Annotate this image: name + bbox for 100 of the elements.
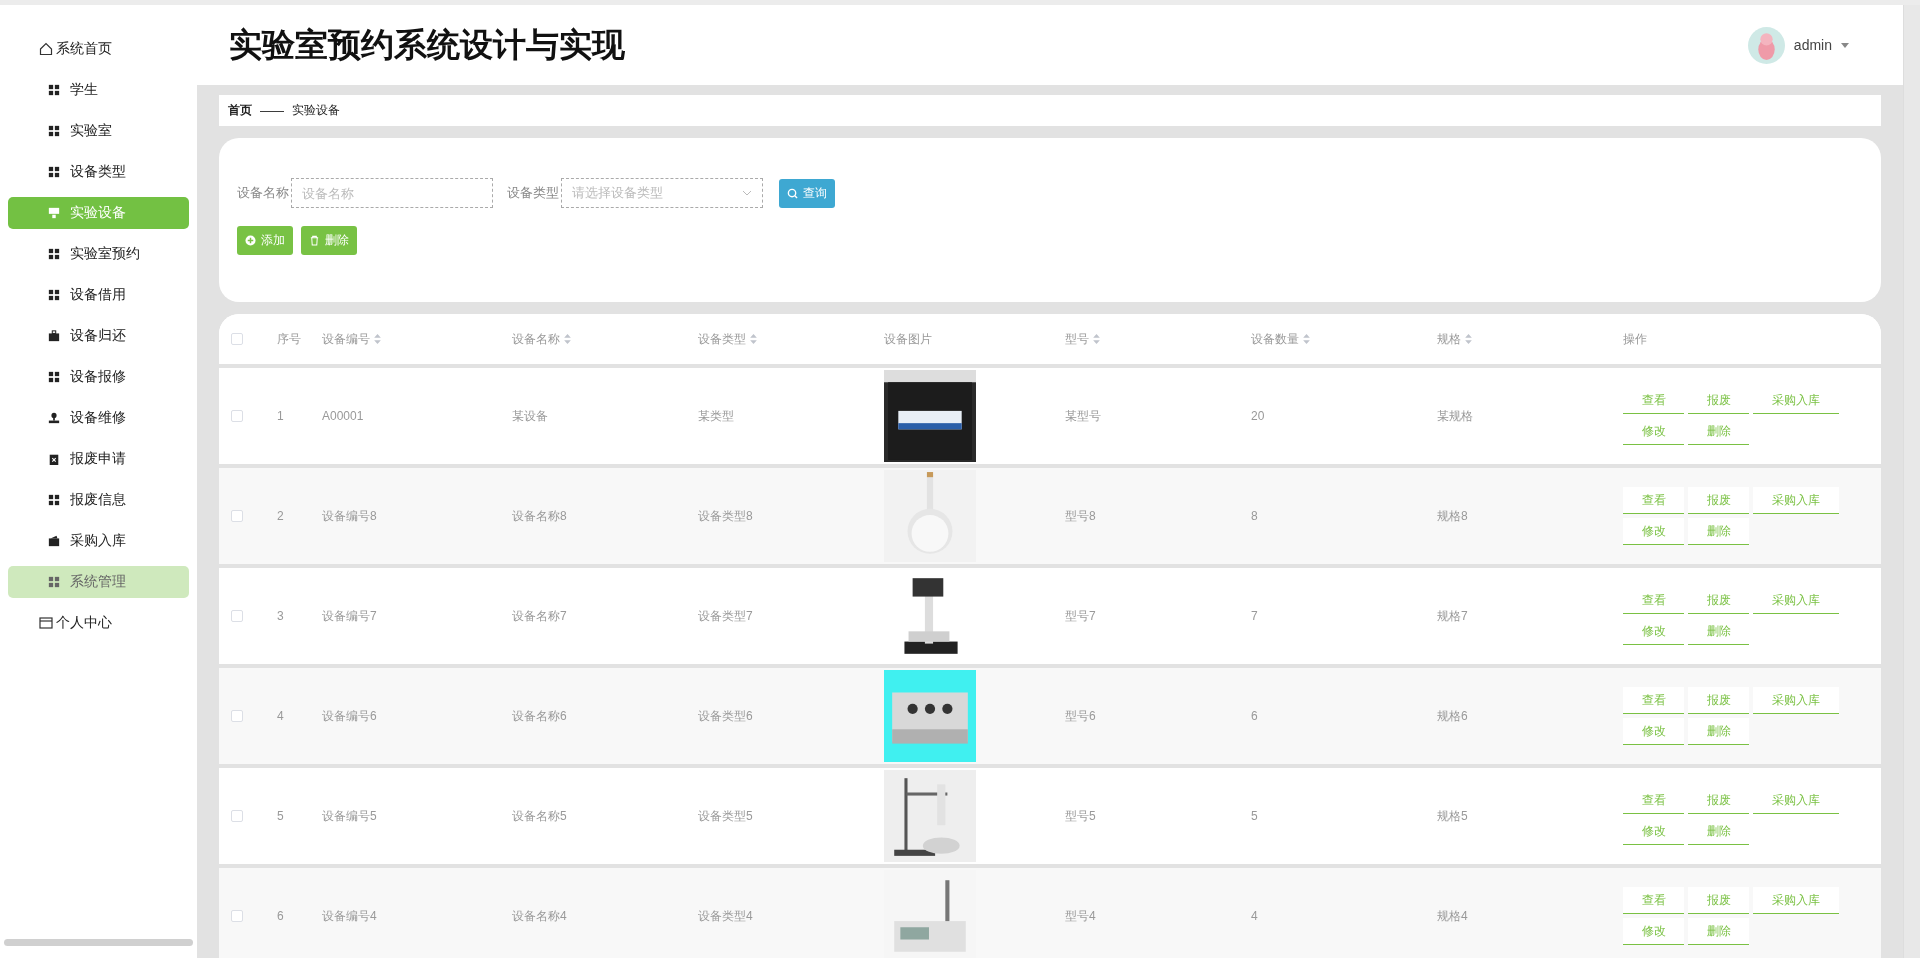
avatar[interactable] bbox=[1747, 26, 1785, 64]
table-cell: 规格4 bbox=[1437, 907, 1468, 925]
search-button[interactable]: 查询 bbox=[779, 178, 835, 208]
table-cell: A00001 bbox=[322, 409, 364, 423]
monitor-icon bbox=[48, 207, 60, 219]
plus-icon bbox=[245, 235, 256, 246]
column-header[interactable]: 设备编号 bbox=[322, 330, 381, 348]
add-button[interactable]: 添加 bbox=[237, 226, 293, 255]
breadcrumb-item[interactable]: 首页 bbox=[228, 102, 252, 119]
action-link[interactable]: 查看 bbox=[1623, 687, 1684, 714]
sort-icon[interactable] bbox=[374, 334, 381, 344]
scrollbar[interactable] bbox=[4, 939, 193, 946]
table-cell: 设备名称5 bbox=[512, 807, 567, 825]
sidebar-item[interactable]: 设备借用 bbox=[8, 279, 189, 311]
sort-icon[interactable] bbox=[1465, 334, 1472, 344]
table-cell: 7 bbox=[1251, 609, 1258, 623]
page-title: 实验室预约系统设计与实现 bbox=[229, 24, 625, 65]
delete-button[interactable]: 删除 bbox=[301, 226, 357, 255]
action-link[interactable]: 报废 bbox=[1688, 887, 1749, 914]
checkbox[interactable] bbox=[231, 810, 243, 822]
chevron-down-icon bbox=[742, 190, 752, 196]
scrollbar[interactable] bbox=[1903, 5, 1920, 958]
sidebar-item[interactable]: 系统首页 bbox=[8, 33, 189, 65]
action-link[interactable]: 报废 bbox=[1688, 687, 1749, 714]
sidebar-item[interactable]: 学生 bbox=[8, 74, 189, 106]
column-header: 操作 bbox=[1623, 330, 1647, 348]
table-cell: 某型号 bbox=[1065, 407, 1101, 425]
action-link[interactable]: 删除 bbox=[1688, 518, 1749, 545]
sidebar-item[interactable]: 设备维修 bbox=[8, 402, 189, 434]
grid-icon bbox=[48, 494, 60, 506]
table-cell: 5 bbox=[277, 809, 284, 823]
table-cell: 规格5 bbox=[1437, 807, 1468, 825]
type-select[interactable]: 请选择设备类型 bbox=[561, 178, 763, 208]
sidebar-item[interactable]: 报废申请 bbox=[8, 443, 189, 475]
table-cell: 6 bbox=[1251, 709, 1258, 723]
action-link[interactable]: 报废 bbox=[1688, 487, 1749, 514]
table-cell: 设备名称7 bbox=[512, 607, 567, 625]
action-link[interactable]: 采购入库 bbox=[1753, 687, 1839, 714]
table-cell: 5 bbox=[1251, 809, 1258, 823]
checkbox[interactable] bbox=[231, 710, 243, 722]
column-header[interactable]: 设备数量 bbox=[1251, 330, 1310, 348]
grid-icon bbox=[48, 371, 60, 383]
action-link[interactable]: 查看 bbox=[1623, 887, 1684, 914]
breadcrumb-separator: —— bbox=[260, 103, 284, 118]
table-cell: 设备编号8 bbox=[322, 507, 377, 525]
checkbox[interactable] bbox=[231, 510, 243, 522]
table-cell: 2 bbox=[277, 509, 284, 523]
table-cell: 型号6 bbox=[1065, 707, 1096, 725]
username[interactable]: admin bbox=[1793, 37, 1832, 53]
table-cell: 某设备 bbox=[512, 407, 548, 425]
sidebar-item[interactable]: 设备类型 bbox=[8, 156, 189, 188]
checkbox[interactable] bbox=[231, 333, 243, 345]
name-input[interactable]: 设备名称 bbox=[291, 178, 493, 208]
table-cell: 设备编号4 bbox=[322, 907, 377, 925]
checkbox[interactable] bbox=[231, 410, 243, 422]
sidebar-item[interactable]: 设备报修 bbox=[8, 361, 189, 393]
action-link[interactable]: 删除 bbox=[1688, 718, 1749, 745]
sidebar-item[interactable]: 设备归还 bbox=[8, 320, 189, 352]
sidebar-item[interactable]: 实验室 bbox=[8, 115, 189, 147]
table-cell: 设备类型5 bbox=[698, 807, 753, 825]
column-header[interactable]: 设备类型 bbox=[698, 330, 757, 348]
action-link[interactable]: 采购入库 bbox=[1753, 487, 1839, 514]
table-cell: 型号4 bbox=[1065, 907, 1096, 925]
sort-icon[interactable] bbox=[564, 334, 571, 344]
field-label: 设备名称 bbox=[237, 184, 289, 202]
column-header[interactable]: 型号 bbox=[1065, 330, 1100, 348]
sidebar-item[interactable]: 实验室预约 bbox=[8, 238, 189, 270]
table-cell: 20 bbox=[1251, 409, 1265, 423]
action-link[interactable]: 采购入库 bbox=[1753, 887, 1839, 914]
home-icon bbox=[39, 42, 53, 56]
grid-icon bbox=[48, 576, 60, 588]
sidebar-item[interactable]: 实验设备 bbox=[8, 197, 189, 229]
action-link[interactable]: 修改 bbox=[1623, 918, 1684, 945]
column-header[interactable]: 规格 bbox=[1437, 330, 1472, 348]
table-cell: 型号5 bbox=[1065, 807, 1096, 825]
clipboard-icon bbox=[48, 453, 60, 465]
action-link[interactable]: 修改 bbox=[1623, 718, 1684, 745]
action-link[interactable]: 查看 bbox=[1623, 487, 1684, 514]
sort-icon[interactable] bbox=[1303, 334, 1310, 344]
sort-icon[interactable] bbox=[1093, 334, 1100, 344]
table-cell: 设备编号7 bbox=[322, 607, 377, 625]
table-cell: 型号8 bbox=[1065, 507, 1096, 525]
sidebar-item[interactable]: 报废信息 bbox=[8, 484, 189, 516]
table-cell: 某类型 bbox=[698, 407, 734, 425]
column-header[interactable]: 设备名称 bbox=[512, 330, 571, 348]
caret-icon[interactable] bbox=[1841, 42, 1849, 48]
sidebar-item[interactable]: 系统管理 bbox=[8, 566, 189, 598]
wallet-icon bbox=[48, 535, 60, 547]
action-link[interactable]: 修改 bbox=[1623, 518, 1684, 545]
action-link[interactable]: 删除 bbox=[1688, 918, 1749, 945]
table-cell: 设备编号5 bbox=[322, 807, 377, 825]
search-icon bbox=[787, 187, 798, 199]
checkbox[interactable] bbox=[231, 610, 243, 622]
table-cell: 设备类型8 bbox=[698, 507, 753, 525]
breadcrumb-item: 实验设备 bbox=[292, 102, 340, 119]
sort-icon[interactable] bbox=[750, 334, 757, 344]
table-cell: 3 bbox=[277, 609, 284, 623]
sidebar-item[interactable]: 采购入库 bbox=[8, 525, 189, 557]
checkbox[interactable] bbox=[231, 910, 243, 922]
sidebar-item[interactable]: 个人中心 bbox=[8, 607, 189, 639]
